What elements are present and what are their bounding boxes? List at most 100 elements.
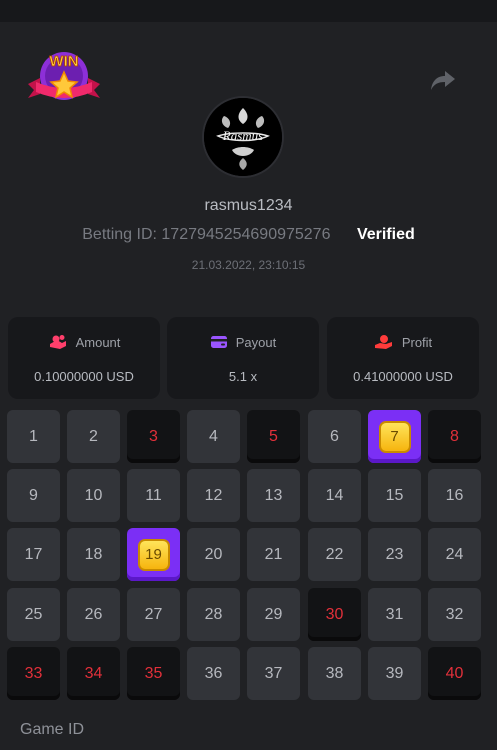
grid-cell-8[interactable]: 8 bbox=[428, 410, 481, 463]
grid-cell-number: 39 bbox=[385, 664, 404, 682]
grid-cell-number: 5 bbox=[269, 427, 278, 445]
profit-value: 0.41000000 USD bbox=[353, 369, 453, 384]
grid-cell-30[interactable]: 30 bbox=[308, 588, 361, 641]
grid-cell-39[interactable]: 39 bbox=[368, 647, 421, 700]
grid-cell-31[interactable]: 31 bbox=[368, 588, 421, 641]
grid-cell-number: 2 bbox=[89, 427, 98, 445]
grid-cell-number: 1 bbox=[29, 427, 38, 445]
payout-label: Payout bbox=[235, 334, 277, 350]
grid-cell-number: 13 bbox=[264, 486, 283, 504]
grid-cell-number: 15 bbox=[385, 486, 404, 504]
grid-cell-29[interactable]: 29 bbox=[247, 588, 300, 641]
grid-cell-38[interactable]: 38 bbox=[308, 647, 361, 700]
grid-cell-10[interactable]: 10 bbox=[67, 469, 120, 522]
grid-cell-number: 35 bbox=[144, 664, 163, 682]
grid-cell-37[interactable]: 37 bbox=[247, 647, 300, 700]
grid-cell-number: 27 bbox=[144, 605, 163, 623]
amount-value: 0.10000000 USD bbox=[34, 369, 134, 384]
grid-cell-number: 37 bbox=[264, 664, 283, 682]
grid-cell-23[interactable]: 23 bbox=[368, 528, 421, 581]
grid-cell-5[interactable]: 5 bbox=[247, 410, 300, 463]
grid-cell-14[interactable]: 14 bbox=[308, 469, 361, 522]
grid-cell-number: 31 bbox=[385, 605, 404, 623]
share-icon[interactable] bbox=[430, 68, 456, 92]
grid-cell-number: 32 bbox=[445, 605, 464, 623]
verified-badge: Verified bbox=[356, 226, 415, 243]
grid-cell-number: 23 bbox=[385, 545, 404, 563]
grid-cell-number: 29 bbox=[264, 605, 283, 623]
grid-cell-number: 12 bbox=[204, 486, 223, 504]
gem-icon: 7 bbox=[378, 420, 411, 453]
grid-cell-2[interactable]: 2 bbox=[67, 410, 120, 463]
bet-datetime: 21.03.2022, 23:10:15 bbox=[191, 258, 306, 272]
grid-cell-number: 8 bbox=[450, 427, 459, 445]
profit-label: Profit bbox=[401, 334, 433, 350]
grid-cell-number: 7 bbox=[390, 428, 399, 445]
grid-cell-36[interactable]: 36 bbox=[187, 647, 240, 700]
profit-card: Profit 0.41000000 USD bbox=[327, 317, 479, 399]
grid-cell-number: 33 bbox=[24, 664, 43, 682]
amount-card: Amount 0.10000000 USD bbox=[8, 317, 160, 399]
grid-cell-28[interactable]: 28 bbox=[187, 588, 240, 641]
grid-cell-26[interactable]: 26 bbox=[67, 588, 120, 641]
grid-cell-number: 36 bbox=[204, 664, 223, 682]
grid-cell-number: 38 bbox=[325, 664, 344, 682]
coins-icon bbox=[49, 335, 66, 349]
grid-cell-4[interactable]: 4 bbox=[187, 410, 240, 463]
grid-cell-15[interactable]: 15 bbox=[368, 469, 421, 522]
grid-cell-34[interactable]: 34 bbox=[67, 647, 120, 700]
grid-cell-12[interactable]: 12 bbox=[187, 469, 240, 522]
grid-cell-9[interactable]: 9 bbox=[7, 469, 60, 522]
grid-cell-number: 10 bbox=[84, 486, 103, 504]
top-bar bbox=[0, 0, 497, 22]
grid-cell-13[interactable]: 13 bbox=[247, 469, 300, 522]
grid-cell-number: 3 bbox=[149, 427, 158, 445]
grid-cell-number: 26 bbox=[84, 605, 103, 623]
avatar-logo-icon: Rasmus bbox=[204, 98, 282, 176]
grid-cell-number: 25 bbox=[24, 605, 43, 623]
grid-cell-33[interactable]: 33 bbox=[7, 647, 60, 700]
game-id-label: Game ID bbox=[20, 721, 85, 738]
grid-cell-22[interactable]: 22 bbox=[308, 528, 361, 581]
grid-cell-number: 30 bbox=[325, 605, 344, 623]
grid-cell-number: 28 bbox=[204, 605, 223, 623]
grid-cell-40[interactable]: 40 bbox=[428, 647, 481, 700]
avatar: Rasmus bbox=[202, 96, 284, 178]
grid-cell-19[interactable]: 19 bbox=[127, 528, 180, 581]
grid-cell-17[interactable]: 17 bbox=[7, 528, 60, 581]
grid-cell-20[interactable]: 20 bbox=[187, 528, 240, 581]
grid-cell-number: 24 bbox=[445, 545, 464, 563]
grid-cell-21[interactable]: 21 bbox=[247, 528, 300, 581]
grid-cell-11[interactable]: 11 bbox=[127, 469, 180, 522]
grid-cell-16[interactable]: 16 bbox=[428, 469, 481, 522]
grid-cell-number: 19 bbox=[145, 546, 162, 563]
grid-cell-number: 34 bbox=[84, 664, 103, 682]
betting-id-row: Betting ID: 1727945254690975276 Verified bbox=[0, 226, 497, 244]
grid-cell-number: 17 bbox=[24, 545, 43, 563]
grid-cell-7[interactable]: 7 bbox=[368, 410, 421, 463]
grid-cell-1[interactable]: 1 bbox=[7, 410, 60, 463]
grid-cell-24[interactable]: 24 bbox=[428, 528, 481, 581]
grid-cell-number: 40 bbox=[445, 664, 464, 682]
hand-coin-icon bbox=[374, 335, 392, 349]
payout-value: 5.1 x bbox=[228, 369, 258, 384]
grid-cell-35[interactable]: 35 bbox=[127, 647, 180, 700]
win-badge-icon: WIN bbox=[28, 52, 100, 100]
amount-label: Amount bbox=[75, 334, 121, 350]
grid-cell-number: 16 bbox=[445, 486, 464, 504]
wallet-icon bbox=[210, 336, 227, 348]
grid-cell-6[interactable]: 6 bbox=[308, 410, 361, 463]
avatar-text: Rasmus bbox=[222, 128, 263, 143]
win-badge-text: WIN bbox=[49, 53, 78, 70]
grid-cell-18[interactable]: 18 bbox=[67, 528, 120, 581]
grid-cell-number: 6 bbox=[330, 427, 339, 445]
betting-id-value: 1727945254690975276 bbox=[161, 226, 331, 243]
grid-cell-27[interactable]: 27 bbox=[127, 588, 180, 641]
payout-card: Payout 5.1 x bbox=[167, 317, 319, 399]
grid-cell-32[interactable]: 32 bbox=[428, 588, 481, 641]
gem-icon: 19 bbox=[137, 538, 170, 571]
grid-cell-3[interactable]: 3 bbox=[127, 410, 180, 463]
grid-cell-25[interactable]: 25 bbox=[7, 588, 60, 641]
grid-cell-number: 11 bbox=[145, 486, 162, 504]
grid-cell-number: 20 bbox=[204, 545, 223, 563]
